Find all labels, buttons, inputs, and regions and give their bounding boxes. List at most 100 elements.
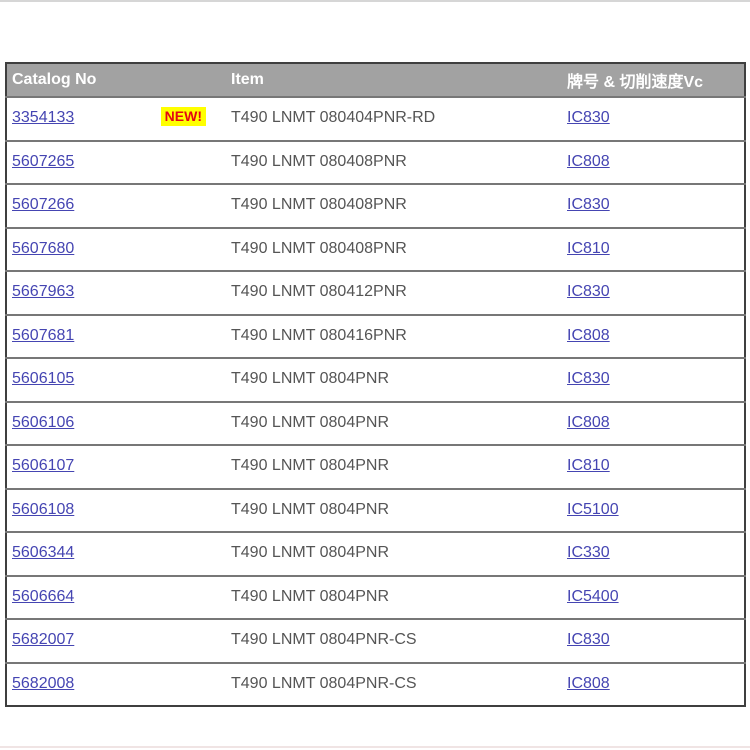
grade-link[interactable]: IC808 (567, 153, 610, 170)
grade-link[interactable]: IC830 (567, 283, 610, 300)
bottom-divider (0, 746, 750, 748)
grade-cell: IC808 (562, 402, 745, 446)
item-cell: T490 LNMT 080416PNR (226, 315, 562, 359)
item-cell: T490 LNMT 0804PNR (226, 402, 562, 446)
table-header: Catalog No Item 牌号 & 切削速度Vc (6, 63, 745, 97)
catalog-link[interactable]: 5606106 (12, 414, 74, 431)
grade-cell: IC830 (562, 184, 745, 228)
column-header-catalog-no: Catalog No (6, 63, 226, 97)
column-header-grade: 牌号 & 切削速度Vc (562, 63, 745, 97)
table-row: 5606106 T490 LNMT 0804PNR IC808 (6, 402, 745, 446)
item-cell: T490 LNMT 0804PNR (226, 532, 562, 576)
catalog-cell: 5606107 (6, 445, 226, 489)
catalog-cell: 5607265 (6, 141, 226, 185)
item-cell: T490 LNMT 080408PNR (226, 141, 562, 185)
catalog-link[interactable]: 5607266 (12, 196, 74, 213)
products-table: Catalog No Item 牌号 & 切削速度Vc 3354133 NEW!… (5, 62, 746, 707)
table-body: 3354133 NEW! T490 LNMT 080404PNR-RD IC83… (6, 97, 745, 706)
item-cell: T490 LNMT 0804PNR (226, 358, 562, 402)
column-header-item: Item (226, 63, 562, 97)
grade-cell: IC5100 (562, 489, 745, 533)
catalog-cell: 5606106 (6, 402, 226, 446)
grade-link[interactable]: IC808 (567, 327, 610, 344)
grade-link[interactable]: IC808 (567, 675, 610, 692)
item-cell: T490 LNMT 080412PNR (226, 271, 562, 315)
table-row: 5606664 T490 LNMT 0804PNR IC5400 (6, 576, 745, 620)
grade-link[interactable]: IC5400 (567, 588, 619, 605)
table-row: 5606344 T490 LNMT 0804PNR IC330 (6, 532, 745, 576)
item-cell: T490 LNMT 0804PNR-CS (226, 619, 562, 663)
grade-cell: IC808 (562, 315, 745, 359)
table-row: 5682007 T490 LNMT 0804PNR-CS IC830 (6, 619, 745, 663)
item-cell: T490 LNMT 0804PNR (226, 489, 562, 533)
grade-cell: IC808 (562, 141, 745, 185)
catalog-link[interactable]: 5682008 (12, 675, 74, 692)
catalog-cell: 5606108 (6, 489, 226, 533)
grade-cell: IC830 (562, 271, 745, 315)
catalog-link[interactable]: 5607681 (12, 327, 74, 344)
table-row: 5606107 T490 LNMT 0804PNR IC810 (6, 445, 745, 489)
item-text: T490 LNMT 0804PNR-CS (231, 675, 417, 692)
item-text: T490 LNMT 080416PNR (231, 327, 407, 344)
catalog-link[interactable]: 5606664 (12, 588, 74, 605)
grade-link[interactable]: IC830 (567, 196, 610, 213)
item-text: T490 LNMT 0804PNR (231, 501, 389, 518)
catalog-cell: 3354133 NEW! (6, 97, 226, 141)
catalog-link[interactable]: 5606344 (12, 544, 74, 561)
top-divider (0, 0, 750, 2)
catalog-link[interactable]: 5607265 (12, 153, 74, 170)
grade-link[interactable]: IC808 (567, 414, 610, 431)
table-row: 3354133 NEW! T490 LNMT 080404PNR-RD IC83… (6, 97, 745, 141)
catalog-link[interactable]: 5606108 (12, 501, 74, 518)
catalog-cell: 5667963 (6, 271, 226, 315)
grade-link[interactable]: IC830 (567, 370, 610, 387)
item-text: T490 LNMT 080408PNR (231, 240, 407, 257)
item-text: T490 LNMT 080408PNR (231, 153, 407, 170)
grade-cell: IC830 (562, 97, 745, 141)
grade-link[interactable]: IC810 (567, 457, 610, 474)
table-row: 5667963 T490 LNMT 080412PNR IC830 (6, 271, 745, 315)
catalog-cell: 5682008 (6, 663, 226, 707)
item-text: T490 LNMT 0804PNR (231, 588, 389, 605)
grade-link[interactable]: IC810 (567, 240, 610, 257)
catalog-link[interactable]: 5607680 (12, 240, 74, 257)
item-text: T490 LNMT 0804PNR (231, 370, 389, 387)
catalog-cell: 5682007 (6, 619, 226, 663)
catalog-link[interactable]: 5682007 (12, 631, 74, 648)
item-cell: T490 LNMT 0804PNR (226, 445, 562, 489)
item-text: T490 LNMT 080408PNR (231, 196, 407, 213)
catalog-cell: 5606664 (6, 576, 226, 620)
catalog-cell: 5607681 (6, 315, 226, 359)
grade-cell: IC830 (562, 619, 745, 663)
item-text: T490 LNMT 0804PNR (231, 414, 389, 431)
catalog-link[interactable]: 3354133 (12, 109, 74, 126)
grade-link[interactable]: IC330 (567, 544, 610, 561)
catalog-link[interactable]: 5606105 (12, 370, 74, 387)
catalog-link[interactable]: 5667963 (12, 283, 74, 300)
catalog-cell: 5607266 (6, 184, 226, 228)
table-row: 5607680 T490 LNMT 080408PNR IC810 (6, 228, 745, 272)
item-cell: T490 LNMT 0804PNR-CS (226, 663, 562, 707)
grade-link[interactable]: IC830 (567, 109, 610, 126)
item-cell: T490 LNMT 080408PNR (226, 184, 562, 228)
catalog-link[interactable]: 5606107 (12, 457, 74, 474)
grade-cell: IC330 (562, 532, 745, 576)
item-text: T490 LNMT 0804PNR-CS (231, 631, 417, 648)
grade-cell: IC808 (562, 663, 745, 707)
grade-cell: IC810 (562, 445, 745, 489)
grade-link[interactable]: IC830 (567, 631, 610, 648)
grade-cell: IC830 (562, 358, 745, 402)
item-text: T490 LNMT 0804PNR (231, 457, 389, 474)
table-row: 5607681 T490 LNMT 080416PNR IC808 (6, 315, 745, 359)
catalog-cell: 5606105 (6, 358, 226, 402)
item-text: T490 LNMT 080412PNR (231, 283, 407, 300)
catalog-cell: 5607680 (6, 228, 226, 272)
table-row: 5606108 T490 LNMT 0804PNR IC5100 (6, 489, 745, 533)
grade-link[interactable]: IC5100 (567, 501, 619, 518)
table-row: 5607265 T490 LNMT 080408PNR IC808 (6, 141, 745, 185)
header-row: Catalog No Item 牌号 & 切削速度Vc (6, 63, 745, 97)
new-badge: NEW! (161, 107, 206, 126)
grade-cell: IC5400 (562, 576, 745, 620)
item-text: T490 LNMT 080404PNR-RD (231, 109, 435, 126)
table-row: 5606105 T490 LNMT 0804PNR IC830 (6, 358, 745, 402)
